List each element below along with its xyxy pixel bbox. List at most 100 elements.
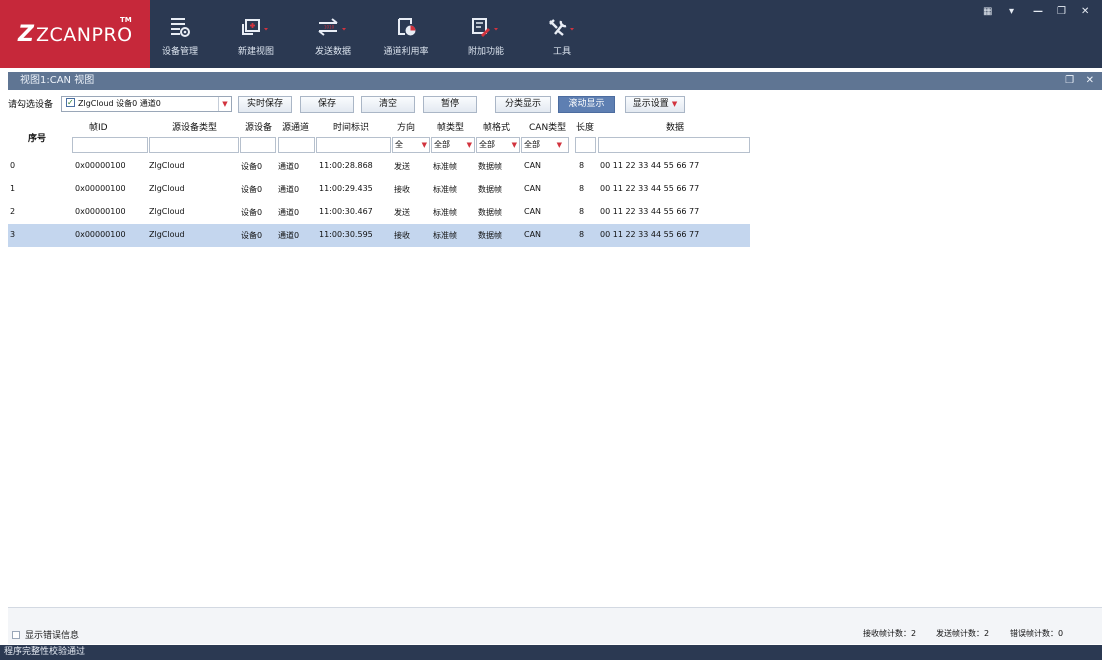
- filter-frame-format[interactable]: 全部 ▼: [476, 137, 520, 153]
- cell-frame-id: 0x00000100: [75, 184, 126, 193]
- filter-frame-type-arrow-icon: ▼: [466, 141, 472, 149]
- col-frame-format[interactable]: 帧格式: [483, 120, 510, 133]
- col-direction[interactable]: 方向: [397, 120, 415, 133]
- cell-source-channel: 通道0: [278, 185, 300, 194]
- pause-button[interactable]: 暂停: [423, 96, 477, 113]
- new-view-button[interactable]: 新建视图: [226, 0, 286, 68]
- clear-button[interactable]: 清空: [361, 96, 415, 113]
- cell-length: 8: [579, 207, 585, 216]
- col-frame-type[interactable]: 帧类型: [437, 120, 464, 133]
- col-index[interactable]: 序号: [28, 131, 46, 144]
- tools-button[interactable]: 工具: [540, 0, 584, 68]
- scroll-display-button[interactable]: 滚动显示: [558, 96, 615, 113]
- cell-source-channel: 通道0: [278, 208, 300, 217]
- col-source-channel[interactable]: 源通道: [282, 120, 309, 133]
- app-logo: Z ZCANPRO TM: [0, 0, 150, 68]
- cell-source-device: 设备0: [241, 185, 263, 194]
- cell-source-type: ZlgCloud: [149, 230, 185, 239]
- logo-trademark: TM: [120, 16, 132, 24]
- table-row[interactable]: 2 0x00000100 ZlgCloud 设备0 通道0 11:00:30.4…: [8, 201, 750, 224]
- col-timestamp[interactable]: 时间标识: [333, 120, 369, 133]
- addon-button[interactable]: 附加功能: [460, 0, 512, 68]
- col-frame-id[interactable]: 帧ID: [89, 120, 108, 133]
- cell-length: 8: [579, 161, 585, 170]
- filter-frame-format-arrow-icon: ▼: [511, 141, 517, 149]
- view-title-bar: 视图1:CAN 视图 ❐ ✕: [8, 72, 1102, 90]
- minimize-icon[interactable]: —: [1033, 6, 1043, 17]
- cell-frame-type: 标准帧: [433, 231, 457, 240]
- view-restore-icon[interactable]: ❐: [1065, 75, 1074, 86]
- channel-usage-button[interactable]: 通道利用率: [378, 0, 434, 68]
- cell-source-channel: 通道0: [278, 231, 300, 240]
- channel-usage-icon: [398, 18, 416, 36]
- layout-icon[interactable]: ▦: [983, 6, 992, 17]
- dropdown-menu-icon[interactable]: ▾: [1009, 6, 1014, 17]
- col-source-type[interactable]: 源设备类型: [172, 120, 217, 133]
- cell-frame-id: 0x00000100: [75, 230, 126, 239]
- cell-source-device: 设备0: [241, 162, 263, 171]
- cell-can-type: CAN: [524, 207, 542, 216]
- cell-direction: 发送: [394, 162, 410, 171]
- table-row[interactable]: 0 0x00000100 ZlgCloud 设备0 通道0 11:00:28.8…: [8, 155, 750, 178]
- device-select[interactable]: ZlgCloud 设备0 通道0 ▼: [61, 96, 232, 112]
- channel-usage-label: 通道利用率: [383, 47, 429, 57]
- col-length[interactable]: 长度: [576, 120, 594, 133]
- cell-index: 1: [10, 184, 16, 193]
- cell-direction: 接收: [394, 185, 410, 194]
- cell-can-type: CAN: [524, 184, 542, 193]
- table-row-selected[interactable]: 3 0x00000100 ZlgCloud 设备0 通道0 11:00:30.5…: [8, 224, 750, 247]
- close-icon[interactable]: ✕: [1081, 6, 1089, 17]
- show-error-checkbox[interactable]: [12, 631, 20, 639]
- table-row[interactable]: 1 0x00000100 ZlgCloud 设备0 通道0 11:00:29.4…: [8, 178, 750, 201]
- cell-data: 00 11 22 33 44 55 66 77: [600, 161, 700, 170]
- tools-label: 工具: [552, 47, 571, 57]
- cell-timestamp: 11:00:29.435: [319, 184, 373, 193]
- cell-data: 00 11 22 33 44 55 66 77: [600, 184, 700, 193]
- cell-frame-type: 标准帧: [433, 208, 457, 217]
- device-checkbox[interactable]: [66, 96, 75, 110]
- send-data-button[interactable]: 1010 发送数据: [303, 0, 363, 68]
- device-select-arrow-icon[interactable]: ▼: [218, 97, 231, 111]
- display-settings-button[interactable]: 显示设置 ▼: [625, 96, 685, 113]
- col-source-device[interactable]: 源设备: [245, 120, 272, 133]
- cell-source-type: ZlgCloud: [149, 207, 185, 216]
- show-error-label: 显示错误信息: [25, 631, 80, 641]
- device-manage-label: 设备管理: [161, 47, 198, 57]
- display-settings-arrow-icon: ▼: [671, 100, 678, 108]
- restore-icon[interactable]: ❐: [1057, 6, 1066, 17]
- filter-can-type[interactable]: 全部 ▼: [521, 137, 569, 153]
- filter-direction[interactable]: 全 ▼: [392, 137, 430, 153]
- filter-timestamp[interactable]: [316, 137, 391, 153]
- device-select-value: ZlgCloud 设备0 通道0: [78, 99, 161, 108]
- filter-direction-value: 全: [395, 140, 403, 149]
- cell-source-channel: 通道0: [278, 162, 300, 171]
- filter-source-channel[interactable]: [278, 137, 315, 153]
- col-data[interactable]: 数据: [666, 120, 684, 133]
- filter-frame-id[interactable]: [72, 137, 148, 153]
- bottom-panel: 显示错误信息 接收帧计数：2 发送帧计数：2 错误帧计数：0: [8, 608, 1102, 644]
- cell-direction: 接收: [394, 231, 410, 240]
- view-controls: ❐ ✕: [1065, 72, 1094, 90]
- cell-direction: 发送: [394, 208, 410, 217]
- cell-length: 8: [579, 184, 585, 193]
- filter-data[interactable]: [598, 137, 750, 153]
- cell-frame-type: 标准帧: [433, 185, 457, 194]
- cell-frame-format: 数据帧: [478, 231, 502, 240]
- show-error-toggle[interactable]: 显示错误信息: [12, 628, 79, 641]
- addon-icon: [472, 18, 498, 37]
- cell-source-device: 设备0: [241, 208, 263, 217]
- view-close-icon[interactable]: ✕: [1086, 75, 1094, 86]
- save-button[interactable]: 保存: [300, 96, 354, 113]
- col-can-type[interactable]: CAN类型: [529, 120, 566, 133]
- logo-text: ZCANPRO: [36, 24, 133, 46]
- filter-source-type[interactable]: [149, 137, 239, 153]
- category-display-button[interactable]: 分类显示: [495, 96, 551, 113]
- filter-frame-type[interactable]: 全部 ▼: [431, 137, 475, 153]
- device-manage-button[interactable]: 设备管理: [155, 0, 205, 68]
- rx-count: 接收帧计数：2: [863, 629, 917, 638]
- realtime-save-button[interactable]: 实时保存: [238, 96, 292, 113]
- cell-index: 3: [10, 230, 16, 239]
- filter-source-device[interactable]: [240, 137, 276, 153]
- cell-source-type: ZlgCloud: [149, 161, 185, 170]
- filter-length[interactable]: [575, 137, 596, 153]
